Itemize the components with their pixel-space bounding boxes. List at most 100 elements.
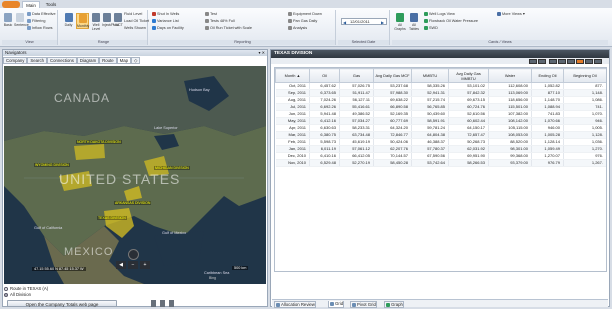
map-label-lake-superior: Lake Superior — [154, 126, 178, 130]
swd-item[interactable]: SWD — [424, 26, 438, 31]
column-header-mmbtu[interactable]: MMBTU — [411, 68, 449, 83]
load-oil-ticket-item[interactable]: Load Oil Ticket — [124, 19, 149, 24]
ribbon-group-label: Cards / Views — [392, 40, 608, 45]
next-date-icon[interactable]: ▶ — [381, 20, 384, 25]
column-header-beginning-oil[interactable]: Beginning Oil — [563, 68, 606, 83]
tab-search[interactable]: Search — [27, 57, 48, 64]
well-logs-view-item[interactable]: Well Logs View — [424, 12, 455, 17]
table-row[interactable]: Nov, 2010 6,529.48 52,270.19 58,450.28 53,74… — [275, 159, 606, 167]
column-header-gas[interactable]: Gas — [339, 68, 374, 83]
table-row[interactable]: Jul, 2011 6,692.26 55,416.61 66,890.58 56,76… — [275, 103, 606, 111]
shut-in-wells-item[interactable]: Shut In Wells — [152, 12, 179, 17]
table-row[interactable]: Jun, 2011 5,941.48 49,386.52 52,169.35 50,43… — [275, 110, 606, 118]
first-page-icon[interactable] — [549, 59, 557, 64]
all-tables-button[interactable]: All Tables — [408, 13, 420, 31]
table-row[interactable]: Apr, 2011 6,630.63 58,233.31 64,324.20 59,78… — [275, 124, 606, 132]
tab-allocation-review[interactable]: Allocation Review — [274, 301, 316, 308]
daily-button[interactable]: Daily — [62, 13, 75, 27]
days-on-facility-item[interactable]: Days on Facility — [152, 26, 184, 31]
tab-diagram[interactable]: Diagram — [76, 57, 100, 64]
sentence-button[interactable]: Sentence — [14, 13, 29, 27]
michigan-division-label[interactable]: MICHIGAN DIVISION — [154, 166, 190, 170]
map-navigation-control[interactable]: ◀ − + — [116, 249, 152, 281]
test-item[interactable]: Test — [205, 12, 217, 17]
column-header-month[interactable]: Month ▲ — [275, 68, 310, 83]
inflow-rows-toggle[interactable]: Inflow Rows — [27, 26, 52, 31]
variance-list-item[interactable]: Variance List — [152, 19, 179, 24]
tab-main[interactable]: Main — [22, 1, 40, 8]
pan-gas-daily-item[interactable]: Pan Gas Daily — [288, 19, 317, 24]
refresh-icon[interactable] — [594, 59, 602, 64]
fluid-level-item[interactable]: Fluid Level — [124, 12, 142, 17]
arkansas-division-label[interactable]: ARKANSAS DIVISION — [114, 201, 152, 205]
table-row[interactable]: Jan, 2011 6,011.19 57,061.12 62,207.76 57,78… — [275, 145, 606, 153]
column-header-avg-daily-gas-mmbtu[interactable]: Avg Daily Gas MMBTU — [448, 68, 489, 83]
next-page-icon[interactable] — [567, 59, 575, 64]
monthly-button[interactable]: Monthly — [76, 13, 89, 29]
table-cell: 1,128.14 — [531, 138, 564, 146]
well-level-button[interactable]: Well Level — [91, 13, 101, 31]
column-header-ending-oil[interactable]: Ending Oil — [531, 68, 564, 83]
wyoming-division-label[interactable]: WYOMING DIVISION — [34, 163, 70, 167]
table-row[interactable]: Mar, 2011 6,380.75 63,734.48 72,846.77 64,80… — [275, 131, 606, 139]
table-row[interactable]: Dec, 2010 6,410.16 66,412.05 70,144.57 67,59… — [275, 152, 606, 160]
filtering-toggle[interactable]: Filtering — [27, 19, 46, 24]
table-cell: 93,379.00 — [488, 159, 532, 167]
column-header-oil[interactable]: Oil — [309, 68, 340, 83]
ribbon-group-views: All Graphs All Tables Well Logs View Flo… — [392, 10, 608, 45]
all-graphs-button[interactable]: All Graphs — [394, 13, 406, 31]
company-totals-button[interactable]: Open the Company Totals web page — [7, 300, 117, 307]
table-row[interactable]: May, 2011 6,412.16 57,034.27 60,777.69 58,59… — [275, 117, 606, 125]
prev-page-icon[interactable] — [558, 59, 566, 64]
application-menu-button[interactable] — [2, 1, 20, 8]
tests-full-item[interactable]: Tests 48% Full — [205, 19, 235, 24]
zoom-in-icon[interactable]: + — [140, 261, 150, 269]
tab-grid[interactable]: Grid — [328, 301, 345, 308]
all-division-radio[interactable]: All Division — [4, 292, 264, 298]
table-row[interactable]: Feb, 2011 5,598.73 45,619.19 50,424.06 46,38… — [275, 138, 606, 146]
layout-split-icon[interactable] — [160, 300, 165, 307]
table-row[interactable]: Oct, 2011 6,457.62 57,026.75 53,237.68 58,33… — [275, 82, 606, 90]
zoom-out-icon[interactable]: − — [128, 261, 138, 269]
map-view[interactable]: CANADA UNITED STATES MEXICO Gulf of Mexi… — [4, 66, 266, 284]
data-effective-toggle[interactable]: Data Effective — [27, 12, 56, 17]
export-icon[interactable] — [529, 59, 537, 64]
more-views-dropdown[interactable]: More Views ▾ — [497, 12, 525, 17]
analysis-item[interactable]: Analysis — [288, 26, 307, 31]
pan-left-icon[interactable]: ◀ — [116, 261, 126, 269]
table-cell: 53,101.02 — [448, 82, 489, 90]
compass-icon[interactable] — [128, 249, 139, 260]
north-dakota-division-label[interactable]: NORTH DAKOTA DIVISION — [76, 140, 122, 144]
oil-run-ticket-item[interactable]: Oil Run Ticket with Scale — [205, 26, 252, 31]
last-page-icon[interactable] — [585, 59, 593, 64]
tab-tools[interactable]: Tools — [43, 1, 59, 8]
equipment-down-item[interactable]: Equipment Down — [288, 12, 322, 17]
texas-division-label[interactable]: TEXAS DIVISION — [97, 216, 127, 220]
uact-button[interactable]: UACT — [113, 13, 123, 27]
bottom-view-tabs: Allocation Review Grid Pivot Grid Graph — [272, 299, 608, 308]
print-icon[interactable] — [538, 59, 546, 64]
flowback-item[interactable]: Flowback Oil Water Pressure — [424, 19, 478, 24]
inject-prod-button[interactable]: Inject/Prod — [102, 13, 119, 27]
tab-pivot-grid[interactable]: Pivot Grid — [350, 301, 377, 308]
highlight-icon[interactable] — [576, 59, 584, 64]
tab-graph[interactable]: Graph — [384, 301, 404, 308]
pin-icon[interactable]: ▾ ✕ — [259, 50, 265, 56]
table-row[interactable]: Aug, 2011 7,024.26 56,127.11 69,638.22 57,21… — [275, 96, 606, 104]
column-header-avg-daily-gas-mcf[interactable]: Avg Daily Gas MCF — [373, 68, 412, 83]
basic-button[interactable]: Basic — [3, 13, 13, 27]
layout-grid-icon[interactable] — [169, 300, 174, 307]
map-settings-icon[interactable]: ◇ — [130, 57, 141, 64]
tab-route[interactable]: Route — [99, 57, 117, 64]
tab-company[interactable]: Company — [3, 57, 28, 64]
ribbon-group-reporting: Shut In Wells Variance List Days on Faci… — [150, 10, 336, 45]
table-cell: 66,412.05 — [339, 152, 374, 160]
wells-shown-item[interactable]: Wells Shown — [124, 26, 146, 31]
prev-date-icon[interactable]: ◀ — [343, 20, 346, 25]
map-label-hudson-bay: Hudson Bay — [189, 88, 210, 92]
table-row[interactable]: Sep, 2011 6,373.65 51,911.47 57,988.30 52,94… — [275, 89, 606, 97]
layout-single-icon[interactable] — [151, 300, 156, 307]
column-header-water[interactable]: Water — [488, 68, 532, 83]
tab-connections[interactable]: Connections — [47, 57, 77, 64]
tab-map[interactable]: Map — [116, 57, 131, 64]
